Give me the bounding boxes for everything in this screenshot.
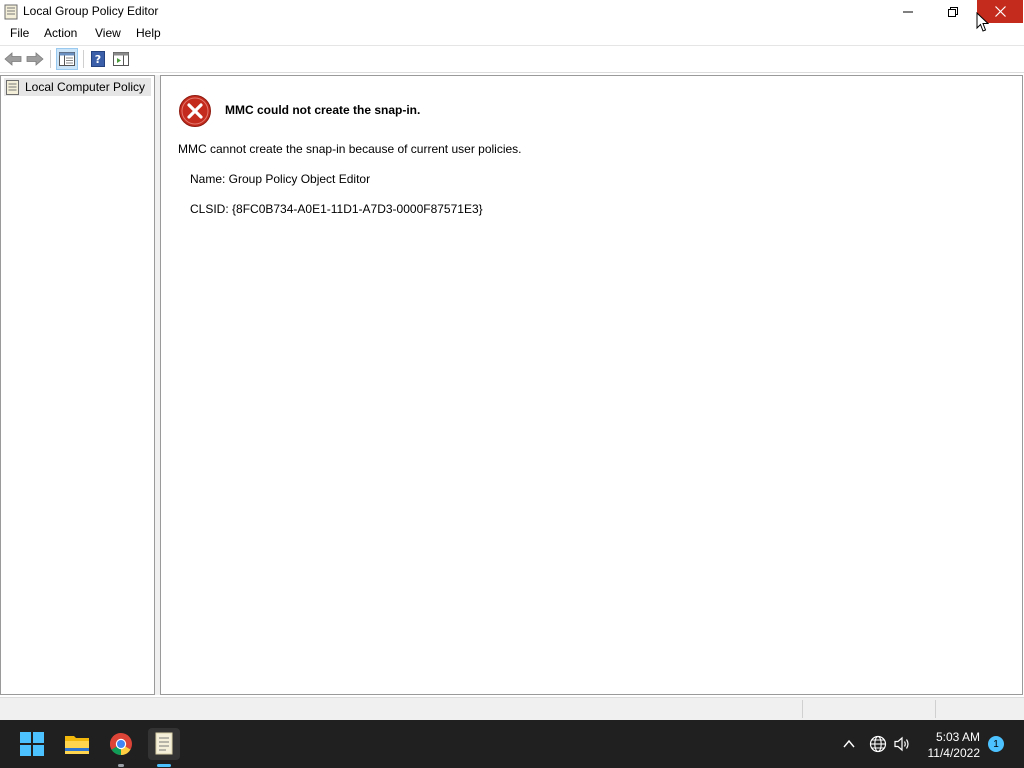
status-divider bbox=[802, 700, 803, 718]
toolbar-separator bbox=[83, 50, 84, 68]
volume-speaker-icon[interactable] bbox=[893, 735, 911, 753]
show-action-pane-button[interactable] bbox=[111, 49, 131, 69]
minimize-button[interactable] bbox=[885, 0, 931, 23]
action-pane-icon bbox=[113, 52, 129, 66]
notification-badge[interactable]: 1 bbox=[988, 736, 1004, 752]
mouse-cursor-icon bbox=[976, 12, 989, 32]
menu-bar: File Action View Help bbox=[0, 23, 1024, 46]
tree-item-label: Local Computer Policy bbox=[25, 80, 146, 94]
show-hidden-icons-chevron-icon[interactable] bbox=[842, 735, 856, 753]
policy-document-icon bbox=[155, 732, 173, 755]
policy-document-icon bbox=[6, 79, 19, 95]
help-book-icon: ? bbox=[91, 51, 105, 67]
start-button[interactable] bbox=[16, 728, 48, 760]
window-title: Local Group Policy Editor bbox=[23, 4, 159, 18]
chrome-icon bbox=[110, 733, 132, 755]
minimize-icon bbox=[903, 11, 913, 12]
error-clsid: CLSID: {8FC0B734-A0E1-11D1-A7D3-0000F875… bbox=[190, 202, 483, 216]
running-indicator bbox=[118, 764, 124, 767]
result-pane: MMC could not create the snap-in. MMC ca… bbox=[160, 75, 1023, 695]
windows-logo-icon bbox=[20, 732, 44, 756]
error-snapin-name: Name: Group Policy Object Editor bbox=[190, 172, 371, 186]
clock-date[interactable]: 11/4/2022 bbox=[922, 746, 981, 760]
forward-button[interactable] bbox=[25, 49, 45, 69]
menu-action[interactable]: Action bbox=[42, 26, 79, 40]
toolbar: ? bbox=[0, 46, 1024, 73]
taskbar-file-explorer[interactable] bbox=[61, 728, 93, 760]
toolbar-separator bbox=[50, 50, 51, 68]
menu-file[interactable]: File bbox=[8, 26, 31, 40]
error-description: MMC cannot create the snap-in because of… bbox=[178, 142, 522, 156]
clock-time[interactable]: 5:03 AM bbox=[922, 730, 980, 744]
svg-text:?: ? bbox=[95, 53, 101, 66]
status-divider bbox=[935, 700, 936, 718]
console-tree-icon bbox=[59, 52, 75, 66]
restore-button[interactable] bbox=[930, 0, 976, 23]
forward-arrow-icon bbox=[26, 52, 44, 66]
help-button[interactable]: ? bbox=[88, 49, 108, 69]
policy-document-icon bbox=[4, 4, 18, 20]
close-icon bbox=[994, 6, 1006, 17]
menu-help[interactable]: Help bbox=[134, 26, 163, 40]
taskbar-group-policy-editor[interactable] bbox=[148, 728, 180, 760]
restore-icon bbox=[948, 6, 958, 17]
console-tree-pane: Local Computer Policy bbox=[0, 75, 155, 695]
active-indicator bbox=[157, 764, 171, 767]
error-title: MMC could not create the snap-in. bbox=[225, 103, 421, 117]
back-arrow-icon bbox=[4, 52, 22, 66]
error-icon bbox=[179, 95, 211, 127]
network-globe-icon[interactable] bbox=[869, 735, 887, 753]
menu-view[interactable]: View bbox=[93, 26, 123, 40]
tree-item-local-computer-policy[interactable]: Local Computer Policy bbox=[4, 78, 151, 96]
taskbar-chrome[interactable] bbox=[105, 728, 137, 760]
back-button[interactable] bbox=[3, 49, 23, 69]
status-bar bbox=[0, 697, 1024, 720]
show-hide-console-tree-button[interactable] bbox=[56, 48, 78, 70]
title-bar: Local Group Policy Editor bbox=[0, 0, 1024, 23]
folder-icon bbox=[65, 736, 89, 754]
